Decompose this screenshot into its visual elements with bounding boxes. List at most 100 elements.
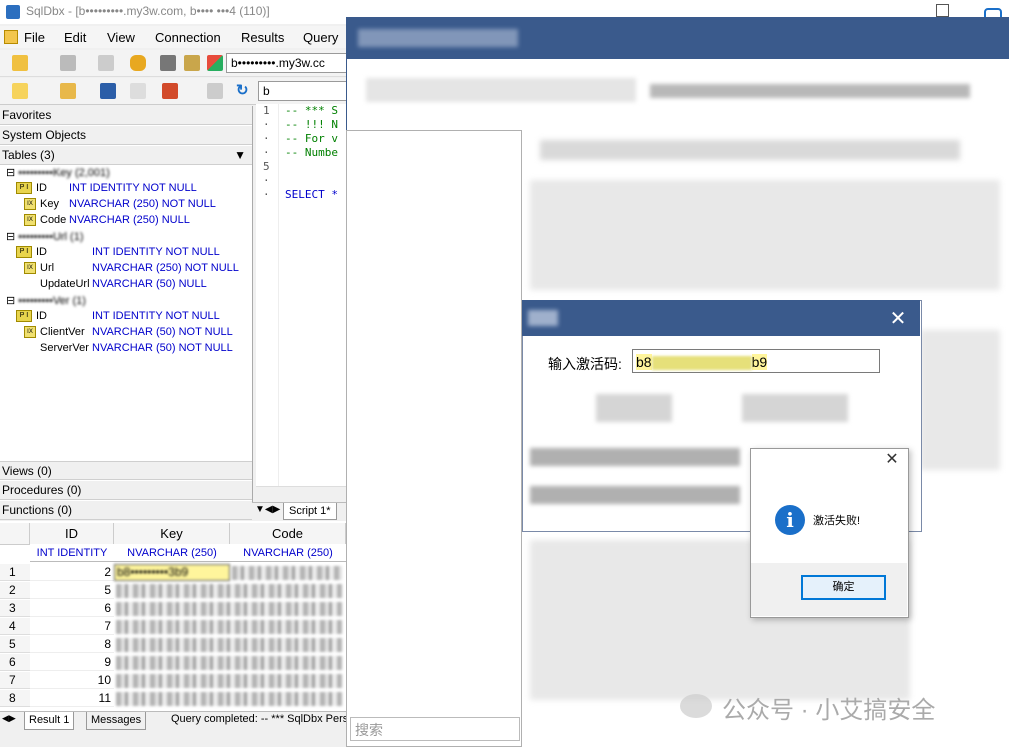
redacted-code-cell: [232, 566, 342, 580]
column-name: Url: [40, 262, 55, 274]
column-type: NVARCHAR (250) NULL: [69, 214, 190, 226]
redacted-button[interactable]: [596, 394, 672, 422]
column-node[interactable]: P I ID INT IDENTITY NOT NULL: [16, 246, 220, 259]
collapse-icon[interactable]: ⊟: [6, 295, 15, 307]
collapse-icon[interactable]: ⊟: [6, 231, 15, 243]
row-number[interactable]: 2: [0, 582, 30, 599]
close-script-icon[interactable]: [130, 83, 146, 99]
views-header[interactable]: Views (0): [0, 461, 252, 480]
column-header-key[interactable]: Key: [114, 523, 230, 545]
table-name: •••••••••Key (2,001): [18, 167, 110, 179]
system-objects-header[interactable]: System Objects: [0, 126, 252, 145]
tables-header[interactable]: Tables (3) ▼: [0, 146, 252, 165]
row-number[interactable]: 4: [0, 618, 30, 635]
execute-icon[interactable]: [162, 83, 178, 99]
id-cell[interactable]: 10: [30, 672, 114, 689]
redacted-toolbar: [366, 78, 636, 102]
menu-results[interactable]: Results: [241, 30, 284, 45]
copy-icon[interactable]: [98, 55, 114, 71]
column-header-code[interactable]: Code: [230, 523, 346, 545]
column-node[interactable]: IX ClientVer NVARCHAR (50) NOT NULL: [24, 326, 233, 339]
redacted-code-middle: [651, 356, 752, 371]
line-number: ·: [263, 132, 270, 145]
row-number[interactable]: 3: [0, 600, 30, 617]
close-icon[interactable]: ✕: [884, 452, 900, 468]
row-number[interactable]: 8: [0, 690, 30, 707]
tab-messages[interactable]: Messages: [86, 712, 147, 730]
column-type-id: INT IDENTITY: [30, 544, 114, 562]
column-node[interactable]: IX Key NVARCHAR (250) NOT NULL: [24, 198, 216, 211]
primary-key-icon: P I: [16, 182, 32, 195]
background-sidebar: [346, 130, 522, 747]
column-type: NVARCHAR (50) NOT NULL: [92, 326, 233, 338]
new-query-icon[interactable]: [12, 83, 28, 99]
procedures-header[interactable]: Procedures (0): [0, 481, 252, 500]
id-cell[interactable]: 2: [30, 564, 114, 581]
activation-code-input[interactable]: b8 b9: [632, 349, 880, 373]
print-icon[interactable]: [160, 55, 176, 71]
menu-file[interactable]: File: [24, 30, 45, 45]
table-node[interactable]: ⊟ •••••••••Ver (1): [6, 294, 86, 307]
activation-code-label: 输入激活码:: [548, 356, 622, 372]
menu-view[interactable]: View: [107, 30, 135, 45]
collapse-icon[interactable]: ⊟: [6, 167, 15, 179]
key-cell-selected[interactable]: b8•••••••••3b9: [114, 564, 230, 581]
column-type: INT IDENTITY NOT NULL: [92, 246, 220, 258]
menu-query[interactable]: Query: [303, 30, 338, 45]
wechat-logo-icon: [680, 694, 712, 718]
row-number[interactable]: 5: [0, 636, 30, 653]
column-node[interactable]: IX Code NVARCHAR (250) NULL: [24, 214, 190, 227]
id-cell[interactable]: 8: [30, 636, 114, 653]
tab-scroll-arrows-icon[interactable]: ▼◀▶: [255, 504, 280, 515]
maximize-button[interactable]: [936, 4, 949, 17]
code-line: -- Numbe: [285, 146, 338, 159]
column-node[interactable]: P I ID INT IDENTITY NOT NULL: [16, 310, 220, 323]
save-icon[interactable]: [100, 83, 116, 99]
functions-header[interactable]: Functions (0): [0, 501, 252, 520]
ok-button[interactable]: 确定: [801, 575, 886, 600]
column-node[interactable]: UpdateUrl NVARCHAR (50) NULL: [40, 278, 207, 290]
favorites-header[interactable]: Favorites: [0, 106, 252, 125]
id-cell[interactable]: 6: [30, 600, 114, 617]
line-number: 1: [263, 104, 270, 117]
open-folder-icon[interactable]: [60, 83, 76, 99]
row-number[interactable]: 7: [0, 672, 30, 689]
table-node[interactable]: ⊟ •••••••••Key (2,001): [6, 166, 110, 179]
id-cell[interactable]: 9: [30, 654, 114, 671]
results-tab-arrows-icon[interactable]: ◀▶: [2, 713, 16, 724]
database-icon[interactable]: [130, 55, 146, 71]
close-icon[interactable]: ✕: [888, 309, 908, 329]
editor-hscrollbar[interactable]: [256, 486, 346, 501]
column-header-id[interactable]: ID: [30, 523, 114, 545]
column-node[interactable]: IX Url NVARCHAR (250) NOT NULL: [24, 262, 239, 275]
server-combo[interactable]: b•••••••••.my3w.cc: [226, 53, 348, 73]
search-input[interactable]: 搜索: [350, 717, 520, 741]
new-connection-icon[interactable]: [12, 55, 28, 71]
preview-icon[interactable]: [207, 83, 223, 99]
message-text: 激活失败!: [813, 515, 861, 527]
table-node[interactable]: ⊟ •••••••••Url (1): [6, 230, 84, 243]
index-icon: IX: [24, 262, 36, 275]
redacted-banner-text: [650, 84, 970, 98]
redacted-button[interactable]: [742, 394, 848, 422]
menu-edit[interactable]: Edit: [64, 30, 86, 45]
column-node[interactable]: P I ID INT IDENTITY NOT NULL: [16, 182, 197, 195]
row-number[interactable]: 1: [0, 564, 30, 581]
filter-icon[interactable]: ▼: [234, 146, 246, 165]
app-icon: [6, 5, 20, 19]
id-cell[interactable]: 11: [30, 690, 114, 707]
refresh-icon[interactable]: ↻: [236, 83, 252, 99]
line-number: ·: [263, 118, 270, 131]
menu-connection[interactable]: Connection: [155, 30, 221, 45]
id-cell[interactable]: 7: [30, 618, 114, 635]
tab-result-1[interactable]: Result 1: [24, 712, 75, 730]
id-cell[interactable]: 5: [30, 582, 114, 599]
database-combo[interactable]: b: [258, 81, 348, 101]
file-menu-icon: [4, 30, 18, 44]
tab-script-1[interactable]: Script 1*: [283, 503, 337, 520]
printer-icon[interactable]: [184, 55, 200, 71]
row-number[interactable]: 6: [0, 654, 30, 671]
redacted-dialog-title: [528, 310, 558, 326]
column-node[interactable]: ServerVer NVARCHAR (50) NOT NULL: [40, 342, 233, 354]
disconnect-icon[interactable]: [60, 55, 76, 71]
